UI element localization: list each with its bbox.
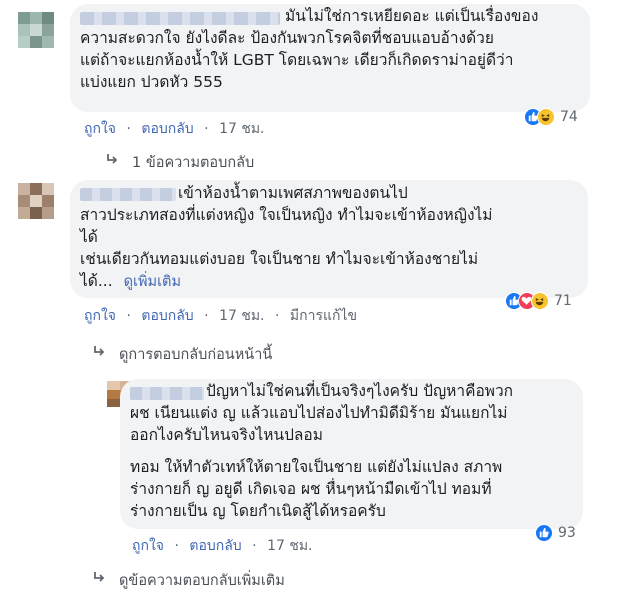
separator: · [204,121,209,137]
reply-link[interactable]: ตอบกลับ [141,305,193,327]
reply-actions: ถูกใจ · ตอบกลับ · 17 ชม. [132,535,313,557]
comment-text: แต่ถ้าจะแยกห้องน้ำให้ LGBT โดยเฉพาะ เดีย… [80,51,514,69]
reaction-count: 93 [558,525,576,541]
reply-text: ทอม ให้ทำตัวเทห์ให้ตายใจเป็นชาย แต่ยังไม… [130,458,503,476]
comment-text: เช่นเดียวกันทอมแต่งบอย ใจเป็นชาย ทำไมจะเ… [80,250,479,268]
reactions-summary[interactable]: 93 [535,524,576,542]
reply-arrow-icon [93,571,107,589]
reply-text: ปัญหาไม่ใช่คนที่เป็นจริงๆไงครับ ปัญหาคือ… [206,382,514,400]
haha-icon [537,108,555,126]
like-link[interactable]: ถูกใจ [84,118,116,140]
comment-text: ความสะดวกใจ ยังไงดีละ ป้องกันพวกโรคจิตที… [80,29,494,47]
separator: · [174,538,179,554]
separator: · [274,308,280,324]
author-name-redacted[interactable] [130,387,204,400]
reply-text: ร่างกายก็ ญ อยูดี เกิดเจอ ผช หื่นๆหน้ามื… [130,480,492,498]
separator: · [126,121,131,137]
comment-bubble: มันไม่ใช่การเหยียดอะ แต่เป็นเรื่องของ คว… [70,4,590,112]
timestamp[interactable]: 17 ชม. [267,535,312,557]
reply-link[interactable]: ตอบกลับ [141,118,193,140]
timestamp[interactable]: 17 ชม. [219,305,264,327]
reply-arrow-icon [106,153,120,171]
comment-text: ได้ [80,228,98,246]
comment-bubble: เข้าห้องน้ำตามเพศสภาพของตนไป สาวประเภทสอ… [70,180,588,298]
comment-text: แบ่งแยก ปวดหัว 555 [80,73,223,91]
comment-actions: ถูกใจ · ตอบกลับ · 17 ชม. · มีการแก้ไข [84,305,357,327]
comment-text: มันไม่ใช่การเหยียดอะ แต่เป็นเรื่องของ [285,7,539,25]
like-icon [535,524,553,542]
comment-text: เข้าห้องน้ำตามเพศสภาพของตนไป [178,184,408,202]
comment-text: สาวประเภทสองที่แต่งหญิง ใจเป็นหญิง ทำไมจ… [80,206,493,224]
reply-text: ร่างกายเป็น ญ โดยกำเนิดสู้ได้หรอครับ [130,502,386,520]
comment-actions: ถูกใจ · ตอบกลับ · 17 ชม. [84,118,265,140]
previous-replies-label: ดูการตอบกลับก่อนหน้านี้ [119,347,273,363]
more-replies-label: ดูข้อความตอบกลับเพิ่มเติม [119,573,285,589]
view-replies-label: 1 ข้อความตอบกลับ [132,155,255,171]
separator: · [204,308,209,324]
reaction-count: 74 [560,109,578,125]
reply-bubble: ปัญหาไม่ใช่คนที่เป็นจริงๆไงครับ ปัญหาคือ… [120,379,583,529]
separator: · [252,538,257,554]
reply-text: ออกไงครับไหนจริงไหนปลอม [130,426,323,444]
previous-replies-link[interactable]: ดูการตอบกลับก่อนหน้านี้ [93,343,272,366]
reaction-count: 71 [554,293,572,309]
like-link[interactable]: ถูกใจ [84,305,116,327]
haha-icon [531,292,549,310]
like-link[interactable]: ถูกใจ [132,535,164,557]
author-name-redacted[interactable] [80,188,176,201]
avatar[interactable] [18,12,54,48]
reply-arrow-icon [93,345,107,363]
timestamp[interactable]: 17 ชม. [219,118,264,140]
edited-label[interactable]: มีการแก้ไข [290,305,357,327]
truncated-text: ได้... [80,272,113,290]
reply-link[interactable]: ตอบกลับ [189,535,241,557]
avatar[interactable] [18,183,54,219]
author-name-redacted[interactable] [80,12,280,25]
reply-text: ผช เนียนแต่ง ญ แล้วแอบไปส่องไปทำมิดีมิร้… [130,404,508,422]
more-replies-link[interactable]: ดูข้อความตอบกลับเพิ่มเติม [93,569,285,592]
reactions-summary[interactable]: 71 [505,292,572,310]
separator: · [126,308,131,324]
see-more-link[interactable]: ดูเพิ่มเติม [124,274,181,290]
reactions-summary[interactable]: 74 [524,108,578,126]
view-replies-link[interactable]: 1 ข้อความตอบกลับ [106,151,254,174]
comment-text: ได้... ดูเพิ่มเติม [80,271,181,294]
